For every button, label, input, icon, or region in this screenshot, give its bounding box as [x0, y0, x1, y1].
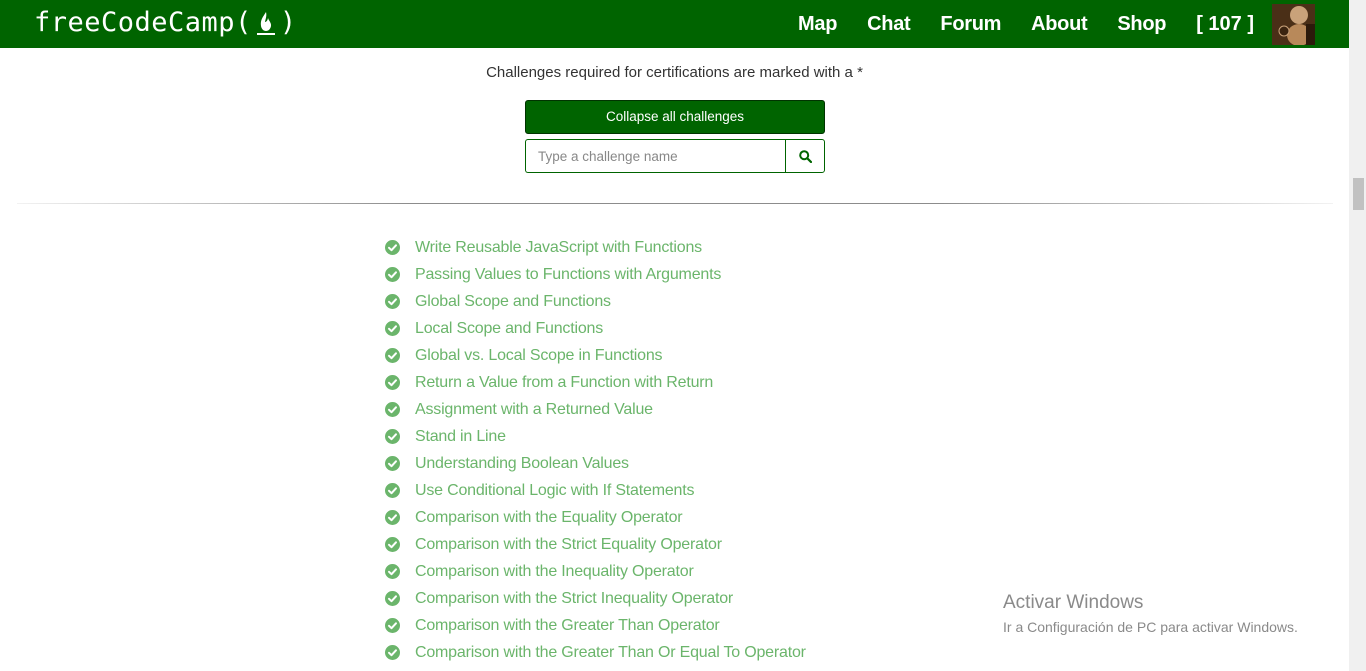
- check-circle-icon: [385, 267, 400, 282]
- flame-icon: [253, 8, 279, 38]
- challenge-item[interactable]: Understanding Boolean Values: [385, 450, 806, 477]
- challenge-item[interactable]: Passing Values to Functions with Argumen…: [385, 261, 806, 288]
- challenge-item[interactable]: Use Conditional Logic with If Statements: [385, 477, 806, 504]
- check-circle-icon: [385, 537, 400, 552]
- certification-notice: Challenges required for certifications a…: [486, 64, 863, 81]
- nav-link-forum[interactable]: Forum: [940, 13, 1001, 36]
- check-circle-icon: [385, 456, 400, 471]
- challenge-item[interactable]: Comparison with the Strict Inequality Op…: [385, 585, 806, 612]
- challenge-title[interactable]: Assignment with a Returned Value: [415, 401, 653, 419]
- nav-link-chat[interactable]: Chat: [867, 13, 911, 36]
- challenge-item[interactable]: Stand in Line: [385, 423, 806, 450]
- check-circle-icon: [385, 294, 400, 309]
- challenge-title[interactable]: Global vs. Local Scope in Functions: [415, 347, 663, 365]
- challenge-item[interactable]: Return a Value from a Function with Retu…: [385, 369, 806, 396]
- search-input[interactable]: [525, 139, 785, 173]
- check-circle-icon: [385, 564, 400, 579]
- challenge-title[interactable]: Write Reusable JavaScript with Functions: [415, 239, 702, 257]
- nav-link-map[interactable]: Map: [798, 13, 837, 36]
- challenge-item[interactable]: Write Reusable JavaScript with Functions: [385, 234, 806, 261]
- challenge-title[interactable]: Comparison with the Inequality Operator: [415, 563, 694, 581]
- challenge-item[interactable]: Global Scope and Functions: [385, 288, 806, 315]
- watermark-subtitle: Ir a Configuración de PC para activar Wi…: [1003, 619, 1298, 635]
- top-navbar: freeCodeCamp( ) Map Chat Forum About Sho…: [0, 0, 1349, 48]
- challenge-item[interactable]: Comparison with the Inequality Operator: [385, 558, 806, 585]
- check-circle-icon: [385, 321, 400, 336]
- check-circle-icon: [385, 429, 400, 444]
- challenge-title[interactable]: Comparison with the Equality Operator: [415, 509, 683, 527]
- challenge-item[interactable]: Comparison with the Greater Than Operato…: [385, 612, 806, 639]
- brand-text: freeCodeCamp(: [34, 7, 252, 38]
- challenge-title[interactable]: Comparison with the Strict Inequality Op…: [415, 590, 733, 608]
- challenge-title[interactable]: Stand in Line: [415, 428, 506, 446]
- challenge-list: Write Reusable JavaScript with Functions…: [385, 234, 806, 666]
- check-circle-icon: [385, 375, 400, 390]
- points-counter[interactable]: [ 107 ]: [1196, 13, 1254, 36]
- challenge-item[interactable]: Comparison with the Strict Equality Oper…: [385, 531, 806, 558]
- check-circle-icon: [385, 348, 400, 363]
- challenge-item[interactable]: Local Scope and Functions: [385, 315, 806, 342]
- brand-text-close: ): [279, 7, 297, 38]
- scrollbar-thumb[interactable]: [1353, 178, 1364, 210]
- check-circle-icon: [385, 402, 400, 417]
- challenge-item[interactable]: Comparison with the Greater Than Or Equa…: [385, 639, 806, 666]
- challenge-title[interactable]: Comparison with the Strict Equality Oper…: [415, 536, 722, 554]
- challenge-search: [525, 139, 825, 173]
- collapse-all-button[interactable]: Collapse all challenges: [525, 100, 825, 134]
- challenge-item[interactable]: Comparison with the Equality Operator: [385, 504, 806, 531]
- challenge-title[interactable]: Use Conditional Logic with If Statements: [415, 482, 694, 500]
- challenge-title[interactable]: Understanding Boolean Values: [415, 455, 629, 473]
- challenge-item[interactable]: Global vs. Local Scope in Functions: [385, 342, 806, 369]
- check-circle-icon: [385, 591, 400, 606]
- watermark-title: Activar Windows: [1003, 592, 1144, 613]
- nav-link-about[interactable]: About: [1031, 13, 1088, 36]
- challenge-title[interactable]: Return a Value from a Function with Retu…: [415, 374, 713, 392]
- check-circle-icon: [385, 483, 400, 498]
- avatar[interactable]: [1272, 3, 1315, 45]
- nav-link-shop[interactable]: Shop: [1117, 13, 1166, 36]
- windows-activation-watermark: Activar Windows Ir a Configuración de PC…: [1003, 592, 1298, 635]
- search-button[interactable]: [785, 139, 825, 173]
- vertical-scrollbar[interactable]: [1349, 0, 1366, 671]
- search-icon: [798, 149, 812, 163]
- brand-logo[interactable]: freeCodeCamp( ): [34, 4, 297, 42]
- check-circle-icon: [385, 510, 400, 525]
- nav-links: Map Chat Forum About Shop [ 107 ]: [768, 0, 1315, 48]
- challenge-title[interactable]: Local Scope and Functions: [415, 320, 603, 338]
- challenge-title[interactable]: Passing Values to Functions with Argumen…: [415, 266, 721, 284]
- section-divider: [17, 203, 1333, 204]
- challenge-title[interactable]: Comparison with the Greater Than Or Equa…: [415, 644, 806, 662]
- challenge-item[interactable]: Assignment with a Returned Value: [385, 396, 806, 423]
- check-circle-icon: [385, 645, 400, 660]
- challenge-title[interactable]: Comparison with the Greater Than Operato…: [415, 617, 720, 635]
- check-circle-icon: [385, 618, 400, 633]
- challenge-title[interactable]: Global Scope and Functions: [415, 293, 611, 311]
- check-circle-icon: [385, 240, 400, 255]
